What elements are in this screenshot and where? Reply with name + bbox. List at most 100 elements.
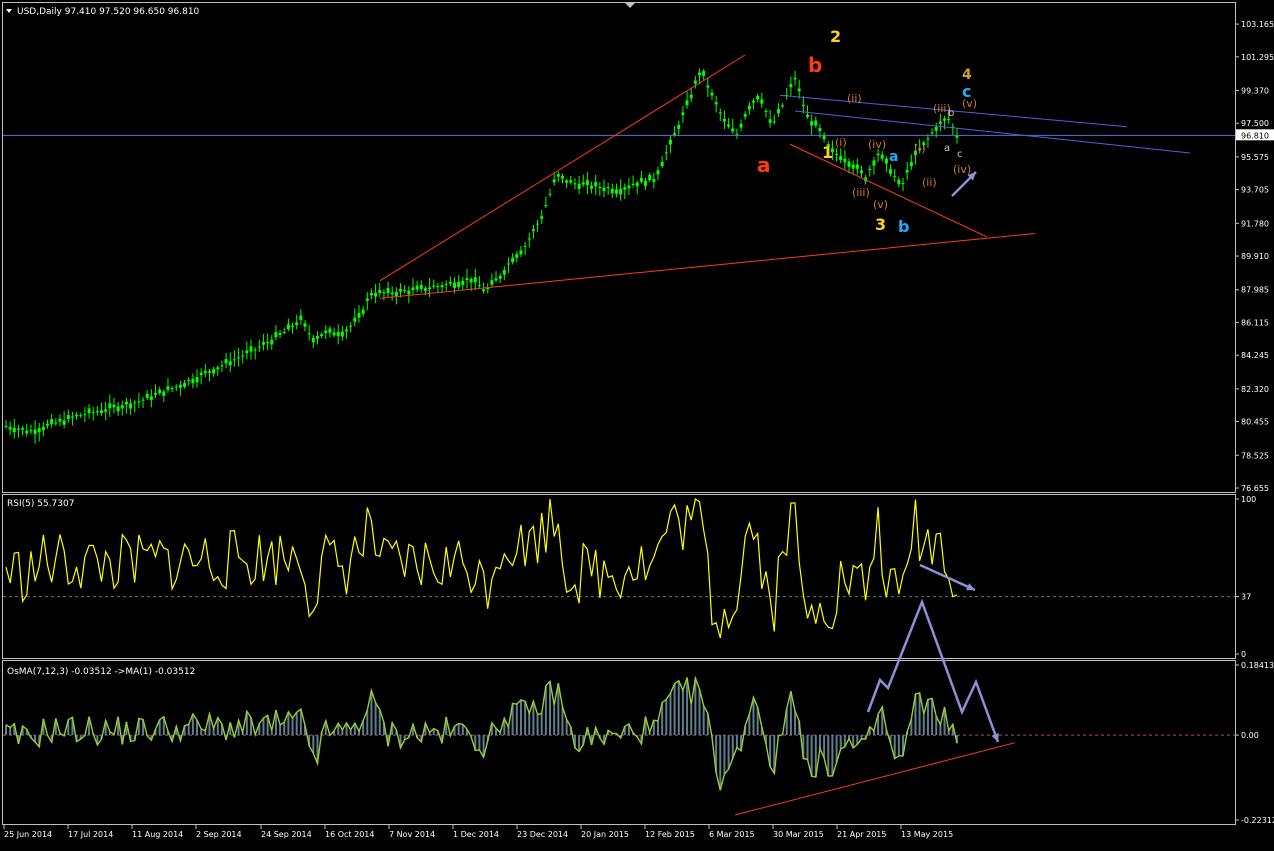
wave-label: (ii) bbox=[922, 176, 937, 189]
candle-body bbox=[573, 183, 577, 185]
candle-body bbox=[693, 80, 697, 84]
candle-body bbox=[50, 419, 54, 425]
candle-body bbox=[718, 112, 722, 114]
candle-body bbox=[461, 280, 465, 286]
wave-label: a bbox=[889, 149, 898, 165]
candle-body bbox=[453, 282, 457, 288]
wave-label: a bbox=[944, 143, 950, 154]
candle-body bbox=[133, 402, 137, 404]
candle-body bbox=[531, 229, 535, 232]
price-tick-label: 86.115 bbox=[1241, 318, 1269, 327]
time-tick-label: 13 May 2015 bbox=[901, 830, 953, 839]
candle-body bbox=[336, 332, 340, 336]
candle-body bbox=[411, 287, 415, 291]
candle-body bbox=[884, 158, 888, 164]
candle-body bbox=[598, 186, 602, 188]
candle-body bbox=[386, 288, 390, 293]
wave-label: (v) bbox=[873, 198, 888, 211]
candle-body bbox=[261, 342, 265, 345]
candle-body bbox=[685, 100, 689, 106]
candle-body bbox=[893, 175, 897, 177]
candle-body bbox=[465, 278, 469, 280]
candle-body bbox=[677, 125, 681, 129]
candle-body bbox=[191, 379, 195, 384]
candle-body bbox=[814, 120, 818, 126]
candle-body bbox=[610, 188, 614, 194]
candle-body bbox=[324, 330, 328, 334]
candle-body bbox=[291, 325, 295, 327]
candle-body bbox=[274, 332, 278, 338]
rsi-tick-label: 0 bbox=[1241, 650, 1246, 659]
candle-body bbox=[565, 180, 569, 183]
candle-body bbox=[847, 161, 851, 167]
candle-body bbox=[743, 114, 747, 117]
price-tick-label: 93.705 bbox=[1241, 186, 1269, 195]
candle-body bbox=[851, 164, 855, 169]
candle-body bbox=[619, 188, 623, 195]
chart-svg[interactable]: ba2134cab(ii)(i) (iv)(iii)(v)(iii) (v)(i)(… bbox=[0, 0, 1274, 847]
candle-body bbox=[519, 250, 523, 255]
candle-body bbox=[614, 189, 618, 194]
scroll-marker-icon[interactable] bbox=[625, 3, 635, 8]
rsi-series bbox=[3, 498, 1235, 639]
time-tick-label: 24 Sep 2014 bbox=[261, 830, 312, 839]
candle-body bbox=[328, 328, 332, 333]
price-tick-label: 89.910 bbox=[1241, 252, 1269, 261]
candle-body bbox=[70, 416, 74, 418]
candle-body bbox=[394, 292, 398, 297]
candle-body bbox=[556, 174, 560, 177]
candle-body bbox=[257, 346, 261, 348]
candle-body bbox=[178, 384, 182, 388]
candle-body bbox=[801, 104, 805, 106]
dropdown-triangle-icon[interactable] bbox=[6, 9, 12, 13]
candle-body bbox=[635, 182, 639, 187]
candle-body bbox=[21, 428, 25, 430]
candle-body bbox=[207, 371, 211, 373]
candle-body bbox=[108, 403, 112, 409]
candle-body bbox=[805, 114, 809, 117]
rsi-line bbox=[5, 498, 958, 639]
candle-body bbox=[83, 414, 87, 416]
candle-body bbox=[594, 182, 598, 187]
price-tick-label: 91.780 bbox=[1241, 219, 1269, 228]
candle-body bbox=[266, 342, 270, 344]
candle-body bbox=[46, 423, 50, 426]
candle-body bbox=[432, 285, 436, 287]
wave-labels: ba2134cab(ii)(i) (iv)(iii)(v)(iii) (v)(i)(… bbox=[757, 27, 977, 236]
candle-body bbox=[311, 337, 315, 343]
wave-label: 4 bbox=[962, 67, 972, 83]
osma-tick-label: 0.00 bbox=[1241, 731, 1259, 740]
candle-body bbox=[390, 292, 394, 295]
candle-body bbox=[212, 369, 216, 374]
price-tick-label: 80.455 bbox=[1241, 418, 1269, 427]
candle-body bbox=[137, 401, 141, 403]
price-tick-label: 84.245 bbox=[1241, 351, 1269, 360]
candle-body bbox=[332, 332, 336, 336]
candle-body bbox=[295, 322, 299, 326]
candle-body bbox=[490, 280, 494, 285]
wave-label: 2 bbox=[830, 27, 841, 46]
chart-root: b a 2 1 3 4 c a b (ii) (i) (iv) (iii) (v) (iii) (v) (i)(… bbox=[0, 0, 1274, 847]
candle-body bbox=[901, 182, 905, 184]
candle-body bbox=[569, 180, 573, 183]
candle-body bbox=[120, 405, 124, 409]
candle-body bbox=[345, 329, 349, 332]
candle-body bbox=[183, 383, 187, 387]
price-tick-label: 95.575 bbox=[1241, 153, 1269, 162]
candle-body bbox=[203, 370, 207, 374]
rsi-label: RSI(5) 55.7307 bbox=[7, 499, 74, 509]
candle-body bbox=[590, 185, 594, 189]
candle-body bbox=[58, 418, 62, 422]
candle-body bbox=[735, 133, 739, 135]
candle-body bbox=[340, 331, 344, 337]
candle-body bbox=[843, 158, 847, 163]
time-tick-label: 7 Nov 2014 bbox=[389, 830, 435, 839]
wave-label: b bbox=[948, 108, 954, 119]
candle-body bbox=[810, 121, 814, 126]
wave-label: c bbox=[957, 149, 963, 160]
rsi-panel-frame bbox=[2, 494, 1236, 659]
candle-body bbox=[75, 414, 79, 417]
rsi-tick-label: 100 bbox=[1241, 495, 1256, 504]
main-panel-frame bbox=[2, 2, 1236, 493]
candle-body bbox=[760, 99, 764, 104]
